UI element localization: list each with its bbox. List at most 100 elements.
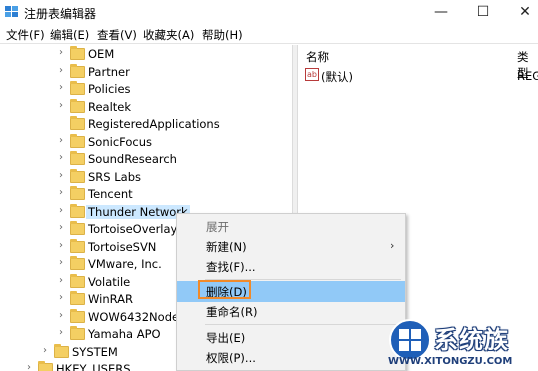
tree-item-label: Volatile <box>88 274 131 289</box>
folder-icon <box>38 361 53 371</box>
expand-arrow-icon[interactable]: › <box>56 65 66 76</box>
value-row-default[interactable]: ab (默认) REG <box>298 67 538 85</box>
ctx-export-label: 导出(E) <box>206 331 246 345</box>
tree-item-label: RegisteredApplications <box>88 117 220 131</box>
folder-icon <box>70 308 85 323</box>
tree-item-label: TortoiseOverlays <box>88 222 184 236</box>
watermark: 系统族 WWW.XITONGZU.COM <box>388 318 538 371</box>
tree-item-label: Policies <box>88 82 131 96</box>
menu-favorites[interactable]: 收藏夹(A) <box>143 27 194 43</box>
expand-arrow-icon[interactable]: › <box>56 170 66 181</box>
ctx-rename-label: 重命名(R) <box>206 305 258 319</box>
value-type: REG <box>517 69 538 83</box>
folder-icon <box>70 221 85 235</box>
tree-item[interactable]: › Partner <box>0 63 292 81</box>
folder-icon <box>70 168 85 183</box>
tree-item-label: TortoiseSVN <box>88 239 157 254</box>
minimize-button[interactable]: — <box>418 0 464 24</box>
expand-arrow-icon[interactable]: › <box>56 222 66 233</box>
expand-arrow-icon[interactable]: › <box>56 100 66 111</box>
tree-item[interactable]: RegisteredApplications <box>0 116 292 133</box>
tree-item-label: WOW6432Node <box>88 309 180 324</box>
expand-arrow-icon[interactable]: › <box>40 345 50 356</box>
tree-item-label: SonicFocus <box>88 134 152 149</box>
expand-arrow-icon[interactable]: › <box>56 47 66 58</box>
folder-icon <box>54 343 69 358</box>
expand-arrow-icon[interactable]: › <box>56 275 66 286</box>
ctx-new[interactable]: 新建(N) › <box>177 236 405 257</box>
window-title: 注册表编辑器 <box>24 7 97 21</box>
tree-item[interactable]: › SRS Labs <box>0 168 292 186</box>
tree-item[interactable]: › SonicFocus <box>0 133 292 151</box>
expand-arrow-icon[interactable]: › <box>56 205 66 216</box>
expand-arrow-icon[interactable]: › <box>56 187 66 198</box>
folder-icon <box>70 133 85 148</box>
expand-arrow-icon[interactable]: › <box>56 152 66 163</box>
registry-editor-icon <box>5 6 18 17</box>
ctx-separator <box>205 324 401 325</box>
string-value-icon: ab <box>305 68 319 81</box>
ctx-export[interactable]: 导出(E) <box>177 327 405 348</box>
ctx-new-label: 新建(N) <box>206 240 247 254</box>
expand-arrow-icon[interactable]: › <box>56 310 66 321</box>
tree-item-label: VMware, Inc. <box>88 257 162 271</box>
folder-icon <box>70 326 85 340</box>
ctx-rename[interactable]: 重命名(R) <box>177 301 405 322</box>
watermark-brand: 系统族 <box>434 326 509 354</box>
menu-edit[interactable]: 编辑(E) <box>50 27 89 43</box>
tree-item[interactable]: › Tencent <box>0 186 292 203</box>
expand-arrow-icon[interactable]: › <box>56 240 66 251</box>
ctx-expand-label: 展开 <box>206 220 229 234</box>
folder-icon <box>70 116 85 130</box>
submenu-arrow-icon: › <box>390 239 395 252</box>
folder-icon <box>70 186 85 200</box>
folder-icon <box>70 46 85 60</box>
tree-item-label: Thunder Network <box>86 204 190 219</box>
value-name: (默认) <box>321 70 353 84</box>
tree-item-label: Tencent <box>88 187 133 201</box>
expand-arrow-icon[interactable]: › <box>56 327 66 338</box>
ctx-expand[interactable]: 展开 <box>177 216 405 237</box>
folder-icon <box>70 256 85 270</box>
ctx-permissions-label: 权限(P)... <box>206 351 256 365</box>
tree-item-label: Partner <box>88 64 130 79</box>
title-bar: 注册表编辑器 — ☐ ✕ <box>0 0 538 24</box>
expand-arrow-icon[interactable]: › <box>56 292 66 303</box>
watermark-url: WWW.XITONGZU.COM <box>388 356 513 367</box>
menu-bar: 文件(F) 编辑(E) 查看(V) 收藏夹(A) 帮助(H) <box>0 24 538 44</box>
folder-icon <box>70 238 85 253</box>
menu-file[interactable]: 文件(F) <box>6 27 45 43</box>
tree-item[interactable]: › OEM <box>0 46 292 63</box>
tree-item-label: OEM <box>88 47 115 61</box>
menu-help[interactable]: 帮助(H) <box>202 27 243 43</box>
tree-item-label: Yamaha APO <box>88 327 161 341</box>
expand-arrow-icon[interactable]: › <box>24 362 34 371</box>
ctx-find-label: 查找(F)... <box>206 260 256 274</box>
tree-item[interactable]: › SoundResearch <box>0 151 292 168</box>
column-name[interactable]: 名称 <box>306 49 329 65</box>
tree-item-label: Realtek <box>88 99 132 114</box>
folder-icon <box>70 203 85 218</box>
tree-item[interactable]: › Realtek <box>0 98 292 116</box>
expand-arrow-icon[interactable]: › <box>56 135 66 146</box>
menu-view[interactable]: 查看(V) <box>97 27 137 43</box>
expand-arrow-icon[interactable]: › <box>56 82 66 93</box>
folder-icon <box>70 291 85 305</box>
folder-icon <box>70 273 85 288</box>
close-button[interactable]: ✕ <box>502 0 538 24</box>
tree-item-label: HKEY_USERS <box>56 362 131 371</box>
tree-item[interactable]: › Policies <box>0 81 292 98</box>
tree-item-label: SoundResearch <box>88 152 177 166</box>
column-header: 名称 类型 <box>298 45 538 80</box>
delete-callout-box <box>198 280 251 299</box>
ctx-permissions[interactable]: 权限(P)... <box>177 347 405 368</box>
folder-icon <box>70 81 85 95</box>
tree-item-label: SYSTEM <box>72 344 118 359</box>
folder-icon <box>70 98 85 113</box>
tree-item-label: WinRAR <box>88 292 133 306</box>
expand-arrow-icon[interactable]: › <box>56 257 66 268</box>
folder-icon <box>70 63 85 78</box>
maximize-button[interactable]: ☐ <box>460 0 506 24</box>
folder-icon <box>70 151 85 165</box>
ctx-find[interactable]: 查找(F)... <box>177 256 405 277</box>
